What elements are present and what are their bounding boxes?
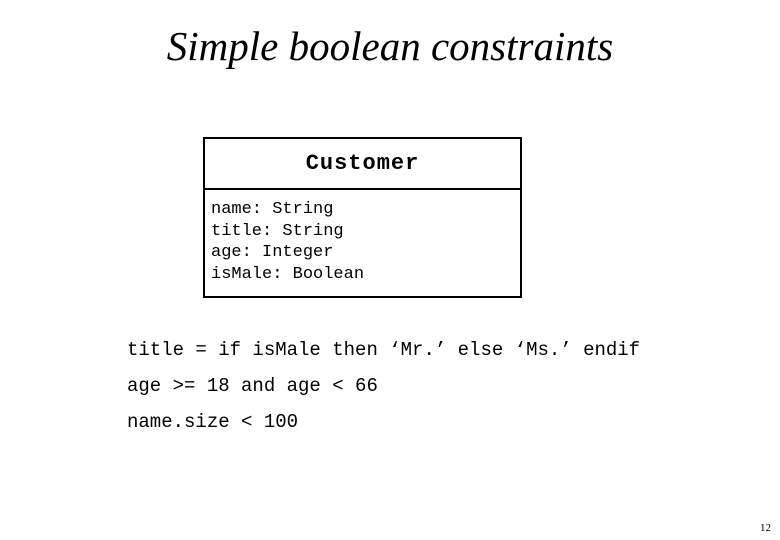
uml-attribute-row: age: Integer	[211, 243, 334, 262]
uml-attribute-row: isMale: Boolean	[211, 264, 365, 284]
uml-class-name: Customer	[305, 150, 420, 176]
page-number: 12	[760, 522, 771, 534]
constraint-line: title = if isMale then ‘Mr.’ else ‘Ms.’ …	[127, 339, 641, 361]
slide-canvas: Simple boolean constraints Customer name…	[0, 0, 780, 540]
uml-attribute-row: title: String	[211, 221, 344, 241]
uml-class-attributes-compartment: name: String title: String age: Integer …	[205, 190, 520, 296]
uml-attribute-row: name: String	[211, 200, 334, 219]
constraint-list: title = if isMale then ‘Mr.’ else ‘Ms.’ …	[127, 332, 727, 440]
uml-class-name-compartment: Customer	[205, 139, 520, 190]
constraint-line: name.size < 100	[127, 411, 299, 433]
uml-class-box: Customer name: String title: String age:…	[203, 137, 522, 298]
page-title: Simple boolean constraints	[166, 23, 614, 69]
constraint-line: age >= 18 and age < 66	[127, 375, 378, 397]
